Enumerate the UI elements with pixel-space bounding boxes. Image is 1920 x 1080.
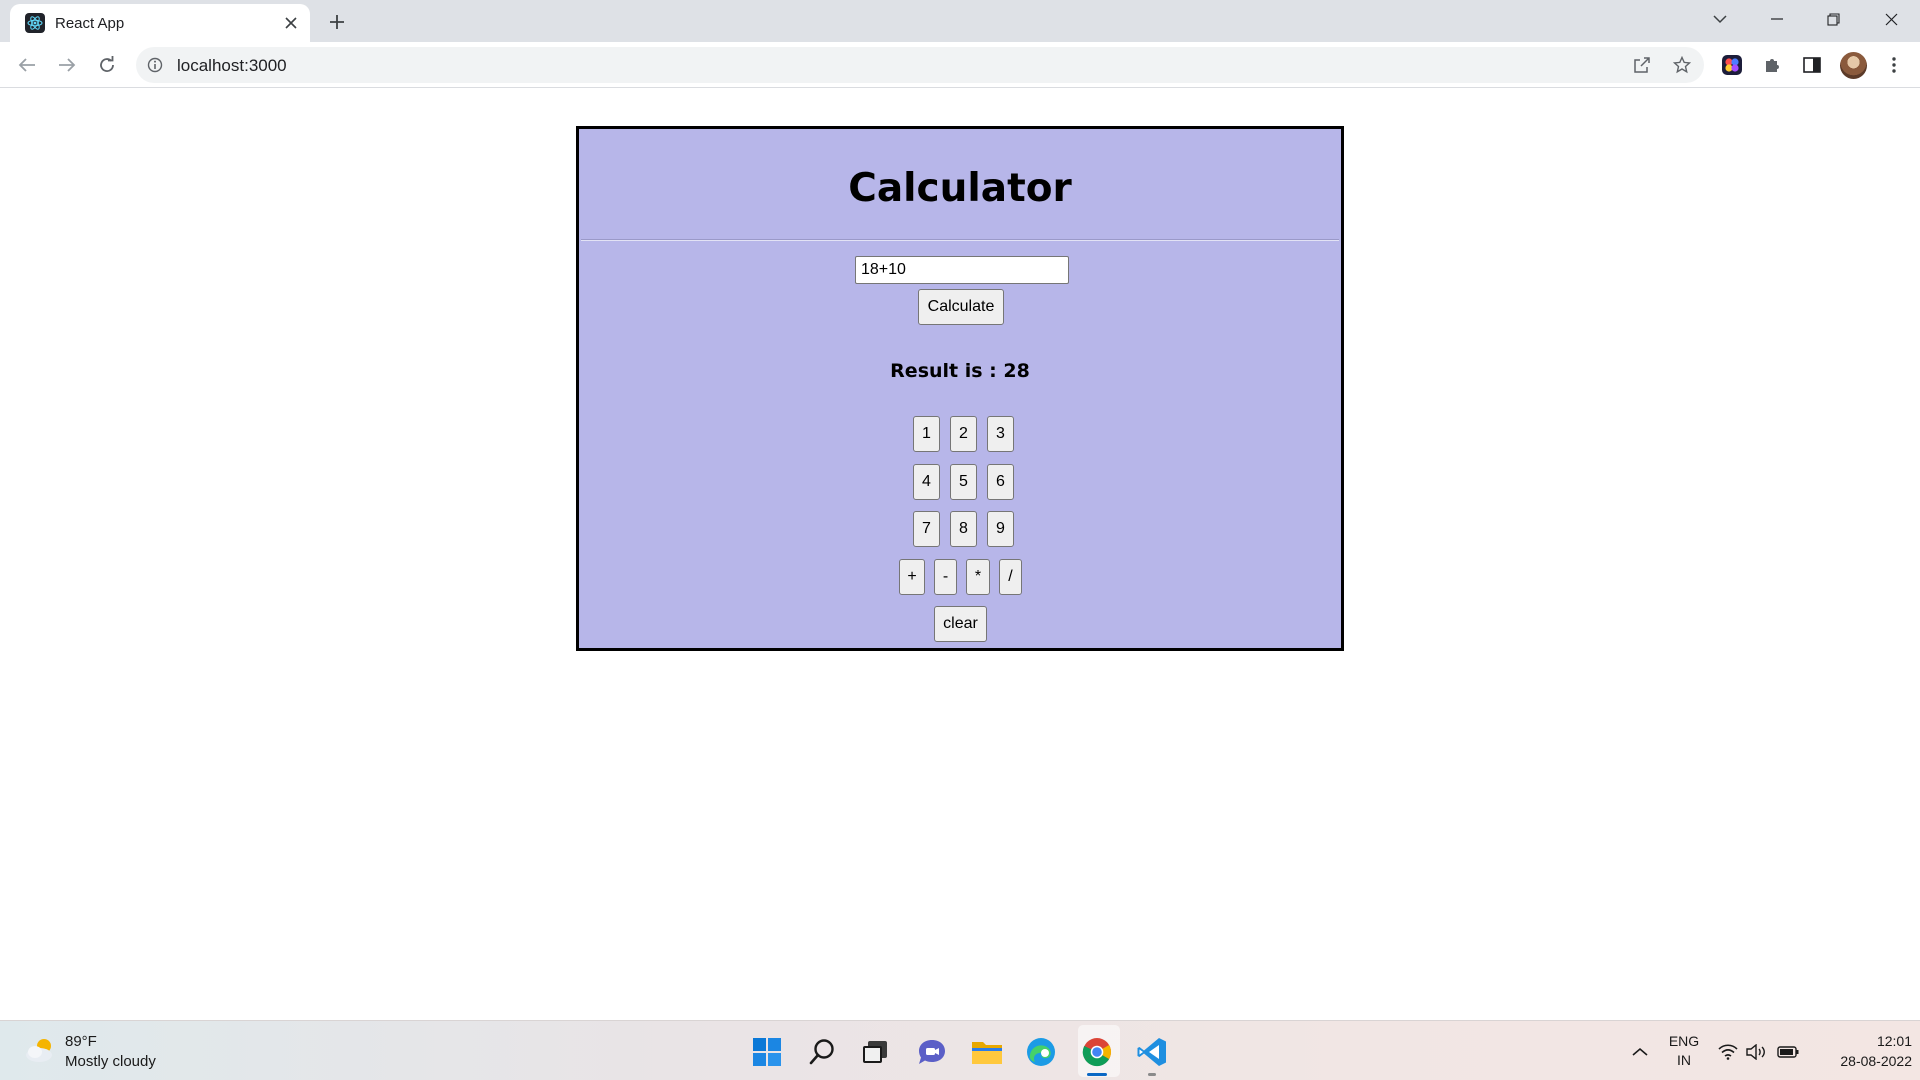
reload-icon[interactable] [89,47,125,83]
clear-button[interactable]: clear [934,606,987,642]
vscode-running-indicator [1148,1073,1156,1076]
teams-chat-icon[interactable] [913,1033,951,1071]
weather-temperature[interactable]: 89°F [65,1033,97,1050]
react-atom-icon [25,13,45,33]
puzzle-icon[interactable] [1754,47,1790,83]
new-tab-button[interactable] [322,7,352,37]
chrome-running-indicator [1087,1073,1107,1076]
clock-date[interactable]: 28-08-2022 [1812,1053,1912,1069]
browser-tab[interactable]: React App [10,4,310,42]
digit-button-8[interactable]: 8 [950,511,977,547]
plus-button[interactable]: + [899,559,925,595]
restore-window-icon[interactable] [1805,0,1861,38]
digit-button-6[interactable]: 6 [987,464,1014,500]
browser-toolbar: localhost:3000 [0,42,1920,88]
digit-button-3[interactable]: 3 [987,416,1014,452]
digit-button-7[interactable]: 7 [913,511,940,547]
wifi-icon[interactable] [1712,1033,1744,1071]
taskbar: 89°F Mostly cloudy ENG IN 12:01 28-08-20… [0,1020,1920,1080]
digit-button-9[interactable]: 9 [987,511,1014,547]
multiply-button[interactable]: * [966,559,990,595]
file-explorer-icon[interactable] [968,1033,1006,1071]
task-view-icon[interactable] [856,1033,894,1071]
edge-browser-icon[interactable] [1022,1033,1060,1071]
windows-start-icon[interactable] [748,1033,786,1071]
tab-search-chevron-down-icon[interactable] [1692,0,1748,38]
digit-button-4[interactable]: 4 [913,464,940,500]
clock-time[interactable]: 12:01 [1812,1033,1912,1049]
share-icon[interactable] [1629,52,1655,78]
minimize-icon[interactable] [1749,0,1805,38]
partly-cloudy-weather-icon[interactable] [24,1035,58,1065]
star-icon[interactable] [1669,52,1695,78]
result-text: Result is : 28 [890,360,1030,382]
profile-avatar[interactable] [1840,52,1867,79]
weather-description[interactable]: Mostly cloudy [65,1053,156,1070]
digit-button-1[interactable]: 1 [913,416,940,452]
minus-button[interactable]: - [934,559,957,595]
chevron-up-icon[interactable] [1620,1033,1660,1071]
chrome-browser-icon[interactable] [1078,1033,1116,1071]
side-panel-icon[interactable] [1794,47,1830,83]
page-title: Calculator [848,166,1072,211]
search-icon[interactable] [803,1033,841,1071]
kebab-menu-icon[interactable] [1876,47,1912,83]
close-window-icon[interactable] [1863,0,1919,38]
divider [581,239,1339,241]
battery-icon[interactable] [1772,1033,1804,1071]
info-icon[interactable] [146,56,164,74]
expression-input[interactable] [855,256,1069,284]
address-bar[interactable]: localhost:3000 [136,47,1704,83]
forward-arrow-icon[interactable] [49,47,85,83]
speaker-icon[interactable] [1742,1033,1770,1071]
address-url[interactable]: localhost:3000 [177,56,287,76]
divide-button[interactable]: / [999,559,1022,595]
digit-button-5[interactable]: 5 [950,464,977,500]
calculate-button[interactable]: Calculate [918,289,1004,325]
language-top[interactable]: ENG [1664,1033,1704,1049]
tab-title: React App [55,15,125,32]
browser-tab-strip: React App [0,0,1920,42]
extension-app-icon[interactable] [1714,47,1750,83]
back-arrow-icon[interactable] [9,47,45,83]
vscode-icon[interactable] [1133,1033,1171,1071]
close-icon[interactable] [281,13,301,33]
language-bottom[interactable]: IN [1664,1052,1704,1068]
calculator-panel: Calculator Calculate Result is : 28 1 2 … [576,126,1344,651]
digit-button-2[interactable]: 2 [950,416,977,452]
